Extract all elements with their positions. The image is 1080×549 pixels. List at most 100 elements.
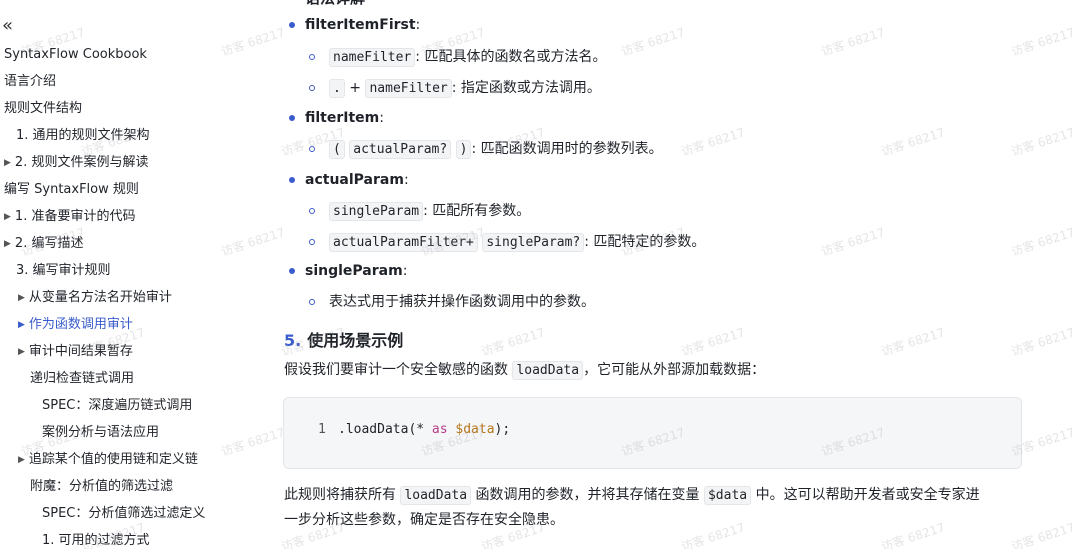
sidebar-item-write-description[interactable]: ▶ 2. 编写描述 [4, 236, 83, 252]
plus-text: + [349, 80, 362, 96]
term-colon: : [402, 263, 408, 279]
sub-bullet-icon [309, 299, 315, 305]
code-text: .loadData(* [338, 422, 432, 437]
sidebar-item-label: 从变量名方法名开始审计 [28, 290, 172, 305]
main-content: 语法详解 filterItemFirst: nameFilter: 匹配具体的函… [283, 0, 1043, 549]
inline-code: ( [329, 140, 345, 159]
sub-bullet-icon [309, 146, 315, 152]
sidebar-item-label: 审计中间结果暂存 [28, 344, 133, 359]
sub-item-singleParam: singleParam: 匹配所有参数。 [329, 200, 530, 223]
inline-code: ) [455, 140, 472, 159]
sub-item-singleParam-desc: 表达式用于捕获并操作函数调用中的参数。 [329, 294, 595, 310]
term-colon: : [379, 110, 384, 126]
sidebar-item-recursive-chain[interactable]: 递归检查链式调用 [30, 371, 134, 387]
caret-right-icon: ▶ [18, 347, 25, 357]
code-text: ); [494, 422, 511, 437]
sub-item-paren-params: ( actualParam? ): 匹配函数调用时的参数列表。 [329, 138, 663, 161]
sidebar-item-available-filters[interactable]: 1. 可用的过滤方式 [42, 533, 150, 549]
term-colon: : [403, 172, 409, 188]
bullet-icon [289, 177, 295, 183]
section-heading: 5. 使用场景示例 [284, 330, 403, 352]
closing-paragraph-line1: 此规则将捕获所有 loadData 函数调用的参数，并将其存储在变量 $data… [284, 483, 980, 508]
sub-bullet-icon [309, 208, 315, 214]
inline-code: actualParamFilter+ [329, 233, 478, 252]
inline-code: actualParam? [349, 140, 452, 159]
sub-bullet-icon [309, 54, 315, 60]
inline-code: loadData [400, 486, 472, 505]
sidebar-item-label: 附魔：分析值的筛选过滤 [30, 479, 174, 494]
sub-item-actualParamFilter: actualParamFilter+ singleParam?: 匹配特定的参数… [329, 231, 705, 254]
sidebar-item-general-architecture[interactable]: 1. 通用的规则文件架构 [16, 128, 150, 144]
sidebar-item-cookbook[interactable]: SyntaxFlow Cookbook [4, 47, 147, 63]
sidebar-item-label: 追踪某个值的使用链和定义链 [28, 452, 198, 467]
paragraph-text: 此规则将捕获所有 [284, 487, 396, 503]
section-title: 使用场景示例 [307, 331, 404, 350]
sidebar-item-spec-deep-traversal[interactable]: SPEC：深度遍历链式调用 [42, 398, 192, 414]
sidebar-item-label: 2. 规则文件案例与解读 [14, 155, 149, 170]
sidebar-item-label: SPEC：深度遍历链式调用 [42, 398, 193, 413]
inline-code: . [329, 79, 345, 98]
sidebar-item-label: 语言介绍 [4, 74, 57, 89]
section-number: 5. [284, 331, 302, 350]
caret-right-icon: ▶ [18, 320, 25, 330]
code-line: .loadData(* as $data); [338, 422, 510, 437]
sub-item-dot-nameFilter: . + nameFilter: 指定函数或方法调用。 [329, 77, 601, 100]
sub-item-desc: : 指定函数或方法调用。 [451, 80, 601, 96]
list-item-actualParam: actualParam: [305, 169, 409, 191]
code-variable: $data [455, 422, 495, 437]
inline-code: $data [703, 486, 752, 505]
caret-right-icon: ▶ [4, 158, 11, 168]
caret-right-icon: ▶ [18, 455, 25, 465]
code-block[interactable]: 1 .loadData(* as $data); [283, 397, 1022, 469]
sidebar-item-enchant-filter[interactable]: 附魔：分析值的筛选过滤 [30, 479, 173, 495]
sidebar-item-label: 1. 通用的规则文件架构 [16, 128, 150, 143]
paragraph-text: 假设我们要审计一个安全敏感的函数 [284, 362, 508, 378]
sidebar-item-label: 规则文件结构 [4, 101, 83, 116]
partial-heading: 语法详解 [305, 0, 365, 9]
code-keyword: as [431, 422, 448, 437]
sidebar-item-function-call-audit[interactable]: ▶ 作为函数调用审计 [18, 317, 133, 333]
sidebar-item-prepare-code[interactable]: ▶ 1. 准备要审计的代码 [4, 209, 135, 225]
term-label: filterItemFirst [305, 17, 416, 33]
sidebar-item-label: SyntaxFlow Cookbook [4, 47, 147, 62]
sub-item-desc: : 匹配函数调用时的参数列表。 [471, 141, 663, 157]
caret-right-icon: ▶ [4, 239, 11, 249]
sidebar-item-rule-file-structure[interactable]: 规则文件结构 [4, 101, 82, 117]
paragraph-text: ，它可能从外部源加载数据： [583, 362, 766, 378]
double-chevron-left-icon[interactable]: « [2, 16, 13, 36]
sidebar-item-label: 1. 可用的过滤方式 [42, 533, 150, 548]
bullet-icon [289, 22, 295, 28]
inline-code: loadData [512, 361, 584, 380]
sidebar-item-label: 递归检查链式调用 [30, 371, 135, 386]
sidebar-item-language-intro[interactable]: 语言介绍 [4, 74, 56, 90]
inline-code: nameFilter [329, 48, 416, 67]
bullet-icon [289, 115, 295, 121]
sidebar-item-audit-from-names[interactable]: ▶ 从变量名方法名开始审计 [18, 290, 172, 306]
sidebar-toc: « SyntaxFlow Cookbook 语言介绍 规则文件结构 1. 通用的… [0, 0, 250, 549]
sidebar-item-label: 案例分析与语法应用 [42, 425, 160, 440]
sidebar-item-spec-filter-definition[interactable]: SPEC：分析值筛选过滤定义 [42, 506, 205, 522]
sidebar-item-case-analysis[interactable]: 案例分析与语法应用 [42, 425, 159, 441]
closing-paragraph-line2: 一步分析这些参数，确定是否存在安全隐患。 [284, 512, 564, 528]
inline-code: nameFilter [365, 79, 452, 98]
sidebar-item-label: 3. 编写审计规则 [16, 263, 111, 278]
paragraph-text: 中。这可以帮助开发者或安全专家进 [755, 487, 980, 503]
sidebar-item-rule-cases[interactable]: ▶ 2. 规则文件案例与解读 [4, 155, 148, 171]
sidebar-item-write-rules[interactable]: 编写 SyntaxFlow 规则 [4, 182, 139, 198]
sidebar-item-label: 1. 准备要审计的代码 [14, 209, 136, 224]
term-label: actualParam [305, 172, 404, 188]
sub-bullet-icon [309, 239, 315, 245]
sidebar-item-write-audit-rules[interactable]: 3. 编写审计规则 [16, 263, 111, 279]
sub-bullet-icon [309, 85, 315, 91]
caret-right-icon: ▶ [18, 293, 25, 303]
list-item-filterItem: filterItem: [305, 107, 384, 129]
paragraph-text: 函数调用的参数，并将其存储在变量 [475, 487, 700, 503]
sub-item-desc: : 匹配特定的参数。 [584, 234, 706, 250]
sidebar-item-label: 2. 编写描述 [14, 236, 84, 251]
term-label: filterItem [305, 110, 380, 126]
sidebar-item-trace-use-def[interactable]: ▶ 追踪某个值的使用链和定义链 [18, 452, 198, 468]
term-label: singleParam [305, 263, 403, 279]
sidebar-item-intermediate-results[interactable]: ▶ 审计中间结果暂存 [18, 344, 133, 360]
sidebar-item-label: 作为函数调用审计 [28, 317, 133, 332]
sub-item-desc: : 匹配具体的函数名或方法名。 [415, 49, 607, 65]
